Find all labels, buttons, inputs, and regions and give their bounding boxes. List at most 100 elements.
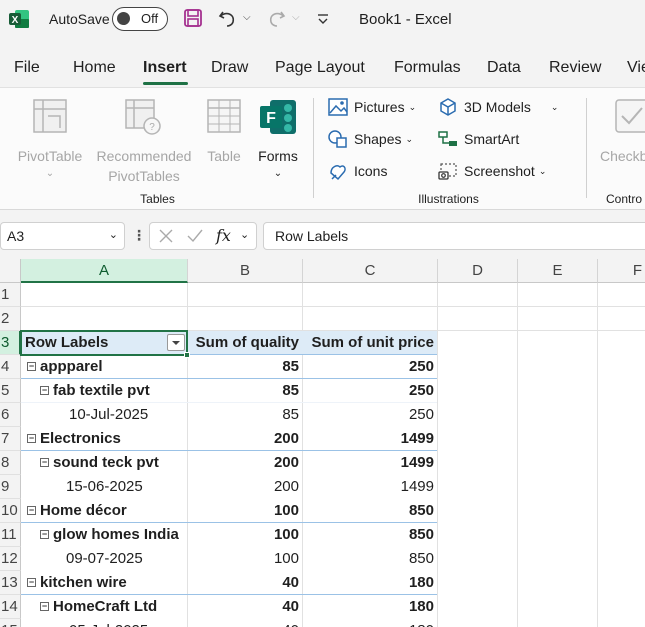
pivot-row-label[interactable]: − Electronics xyxy=(27,427,121,451)
collapse-icon[interactable]: − xyxy=(27,362,36,371)
tab-page-layout[interactable]: Page Layout xyxy=(275,59,365,77)
collapse-icon[interactable]: − xyxy=(27,506,36,515)
pivot-row-label[interactable]: − sound teck pvt xyxy=(40,451,159,475)
recommended-pivottables-button[interactable]: ? Recommended PivotTables xyxy=(90,96,198,186)
pivot-row-label[interactable]: − glow homes India xyxy=(40,523,179,547)
pivot-cell[interactable]: 200 xyxy=(188,427,303,451)
row-header[interactable]: 8 xyxy=(0,451,21,475)
pivot-cell[interactable]: 250 xyxy=(303,355,438,379)
autosave-toggle[interactable]: Off xyxy=(112,7,168,31)
row-header[interactable]: 2 xyxy=(0,307,21,331)
customize-quick-access-icon[interactable] xyxy=(317,12,329,26)
insert-function-icon[interactable]: fx xyxy=(216,226,231,245)
shapes-button[interactable]: Shapes ⌄ xyxy=(328,126,413,152)
column-header-f[interactable]: F xyxy=(598,259,645,283)
undo-dropdown-icon[interactable]: ⌵ xyxy=(243,12,251,23)
tab-draw[interactable]: Draw xyxy=(211,59,248,77)
pivot-cell[interactable]: 85 xyxy=(188,355,303,379)
pivot-row-label[interactable]: − HomeCraft Ltd xyxy=(40,595,157,619)
pivot-cell[interactable]: 200 xyxy=(188,475,303,499)
tab-data[interactable]: Data xyxy=(487,59,521,77)
pivot-row-label[interactable]: 15-06-2025 xyxy=(66,475,143,499)
pivot-cell[interactable]: 100 xyxy=(188,547,303,571)
pivot-cell[interactable]: 180 xyxy=(303,571,438,595)
column-header-a[interactable]: A xyxy=(21,259,188,283)
pivot-row-label[interactable]: − Home décor xyxy=(27,499,127,523)
pivot-row-label[interactable]: 05-Jul-2025 xyxy=(69,619,148,627)
tab-review[interactable]: Review xyxy=(549,59,601,77)
select-all-corner[interactable] xyxy=(0,259,21,283)
checkbox-button[interactable]: Checkb xyxy=(596,96,645,186)
tab-view[interactable]: Vie xyxy=(627,59,645,77)
collapse-icon[interactable]: − xyxy=(40,602,49,611)
tab-file[interactable]: File xyxy=(14,59,40,77)
row-header[interactable]: 13 xyxy=(0,571,21,595)
pivot-cell[interactable]: 200 xyxy=(188,451,303,475)
screenshot-button[interactable]: Screenshot ⌄ xyxy=(438,158,546,184)
row-header[interactable]: 12 xyxy=(0,547,21,571)
fill-handle[interactable] xyxy=(184,352,190,358)
pivot-cell[interactable]: 100 xyxy=(188,523,303,547)
pivot-row-label[interactable]: − kitchen wire xyxy=(27,571,127,595)
pivot-cell[interactable]: 180 xyxy=(303,595,438,619)
collapse-icon[interactable]: − xyxy=(27,578,36,587)
forms-button[interactable]: F Forms ⌄ xyxy=(252,96,304,186)
pivot-cell[interactable]: 1499 xyxy=(303,451,438,475)
formula-input[interactable]: Row Labels xyxy=(263,222,645,250)
pivot-header-sum-quality[interactable]: Sum of quality xyxy=(188,331,303,355)
pivot-row-label[interactable]: 09-07-2025 xyxy=(66,547,143,571)
row-header[interactable]: 15 xyxy=(0,619,21,627)
tab-home[interactable]: Home xyxy=(73,59,116,77)
row-header[interactable]: 9 xyxy=(0,475,21,499)
tab-formulas[interactable]: Formulas xyxy=(394,59,461,77)
pictures-button[interactable]: Pictures ⌄ xyxy=(328,94,416,120)
pivottable-button[interactable]: PivotTable ⌄ xyxy=(14,96,86,186)
column-header-d[interactable]: D xyxy=(438,259,518,283)
3d-models-button[interactable]: 3D Models ⌄ xyxy=(438,94,558,120)
chevron-down-icon[interactable]: ⌄ xyxy=(240,228,249,241)
row-header[interactable]: 1 xyxy=(0,283,21,307)
column-header-c[interactable]: C xyxy=(303,259,438,283)
name-box[interactable]: A3 ⌄ xyxy=(0,222,125,250)
pivot-cell[interactable]: 40 xyxy=(188,595,303,619)
pivot-cell[interactable]: 40 xyxy=(188,571,303,595)
pivot-cell[interactable]: 100 xyxy=(188,499,303,523)
pivot-cell[interactable]: 250 xyxy=(303,379,438,403)
row-header[interactable]: 14 xyxy=(0,595,21,619)
row-header[interactable]: 6 xyxy=(0,403,21,427)
row-header[interactable]: 4 xyxy=(0,355,21,379)
worksheet-grid[interactable]: A B C D E F 1 2 3 4 5 6 7 8 9 10 11 12 1… xyxy=(0,259,645,627)
pivot-header-sum-unit-price[interactable]: Sum of unit price xyxy=(303,331,438,355)
pivot-cell[interactable]: 1499 xyxy=(303,475,438,499)
collapse-icon[interactable]: − xyxy=(40,530,49,539)
collapse-icon[interactable]: − xyxy=(27,434,36,443)
table-button[interactable]: Table xyxy=(203,96,245,186)
pivot-cell[interactable]: 250 xyxy=(303,403,438,427)
pivot-row-label[interactable]: − fab textile pvt xyxy=(40,379,150,403)
pivot-cell[interactable]: 180 xyxy=(303,619,438,627)
pivot-cell[interactable]: 85 xyxy=(188,379,303,403)
pivot-row-label[interactable]: 10-Jul-2025 xyxy=(69,403,148,427)
smartart-button[interactable]: SmartArt xyxy=(438,126,519,152)
pivot-row-label[interactable]: − appparel xyxy=(27,355,103,379)
pivot-cell[interactable]: 40 xyxy=(188,619,303,627)
save-icon[interactable] xyxy=(183,8,203,28)
pivot-cell[interactable]: 85 xyxy=(188,403,303,427)
row-header[interactable]: 11 xyxy=(0,523,21,547)
row-header[interactable]: 10 xyxy=(0,499,21,523)
column-header-e[interactable]: E xyxy=(518,259,598,283)
row-header[interactable]: 7 xyxy=(0,427,21,451)
pivot-cell[interactable]: 850 xyxy=(303,547,438,571)
chevron-down-icon[interactable]: ⌄ xyxy=(109,228,118,241)
undo-icon[interactable] xyxy=(218,8,238,28)
tab-insert[interactable]: Insert xyxy=(143,59,187,77)
collapse-icon[interactable]: − xyxy=(40,458,49,467)
more-options-icon[interactable]: ⋮ xyxy=(132,227,146,244)
collapse-icon[interactable]: − xyxy=(40,386,49,395)
pivot-cell[interactable]: 1499 xyxy=(303,427,438,451)
cancel-icon[interactable] xyxy=(158,228,174,244)
row-header[interactable]: 3 xyxy=(0,331,21,355)
icons-button[interactable]: Icons xyxy=(328,158,387,184)
enter-check-icon[interactable] xyxy=(186,228,204,244)
column-header-b[interactable]: B xyxy=(188,259,303,283)
